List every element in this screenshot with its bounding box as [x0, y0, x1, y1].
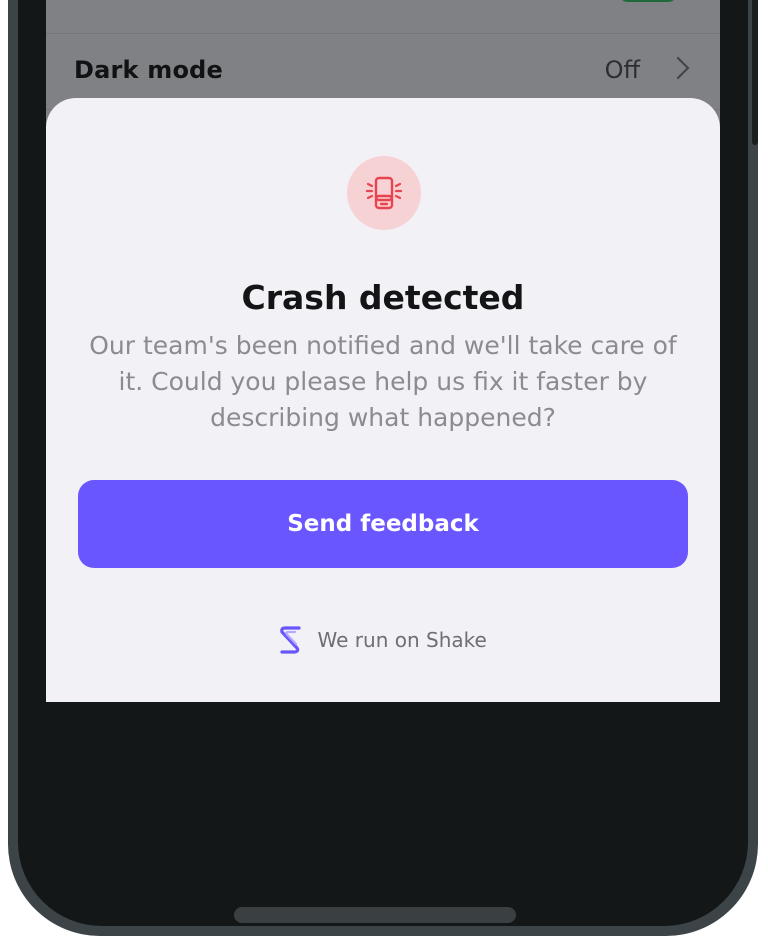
- chevron-right-icon: [666, 56, 690, 80]
- toggle-switch[interactable]: [618, 0, 678, 2]
- dialog-description: Our team's been notified and we'll take …: [89, 331, 677, 432]
- crash-icon-badge: [347, 156, 421, 230]
- settings-row-toggle: [46, 0, 720, 34]
- send-feedback-button[interactable]: Send feedback: [78, 480, 688, 568]
- footer-text: We run on Shake: [317, 628, 487, 652]
- powered-by-shake[interactable]: We run on Shake: [46, 626, 720, 654]
- shake-logo-icon: [280, 626, 301, 654]
- crash-phone-icon: [365, 176, 403, 210]
- phone-bezel: Dark mode Off Crash detected Our team's …: [18, 0, 748, 926]
- side-button: [752, 0, 758, 145]
- dark-mode-value: Off: [604, 56, 640, 84]
- screen: Dark mode Off Crash detected Our team's …: [46, 0, 720, 702]
- dialog-title: Crash detected: [241, 278, 525, 317]
- dark-mode-label: Dark mode: [74, 56, 224, 84]
- crash-dialog-sheet: Crash detected Our team's been notified …: [46, 98, 720, 702]
- phone-frame: Dark mode Off Crash detected Our team's …: [8, 0, 758, 936]
- home-indicator[interactable]: [234, 907, 516, 923]
